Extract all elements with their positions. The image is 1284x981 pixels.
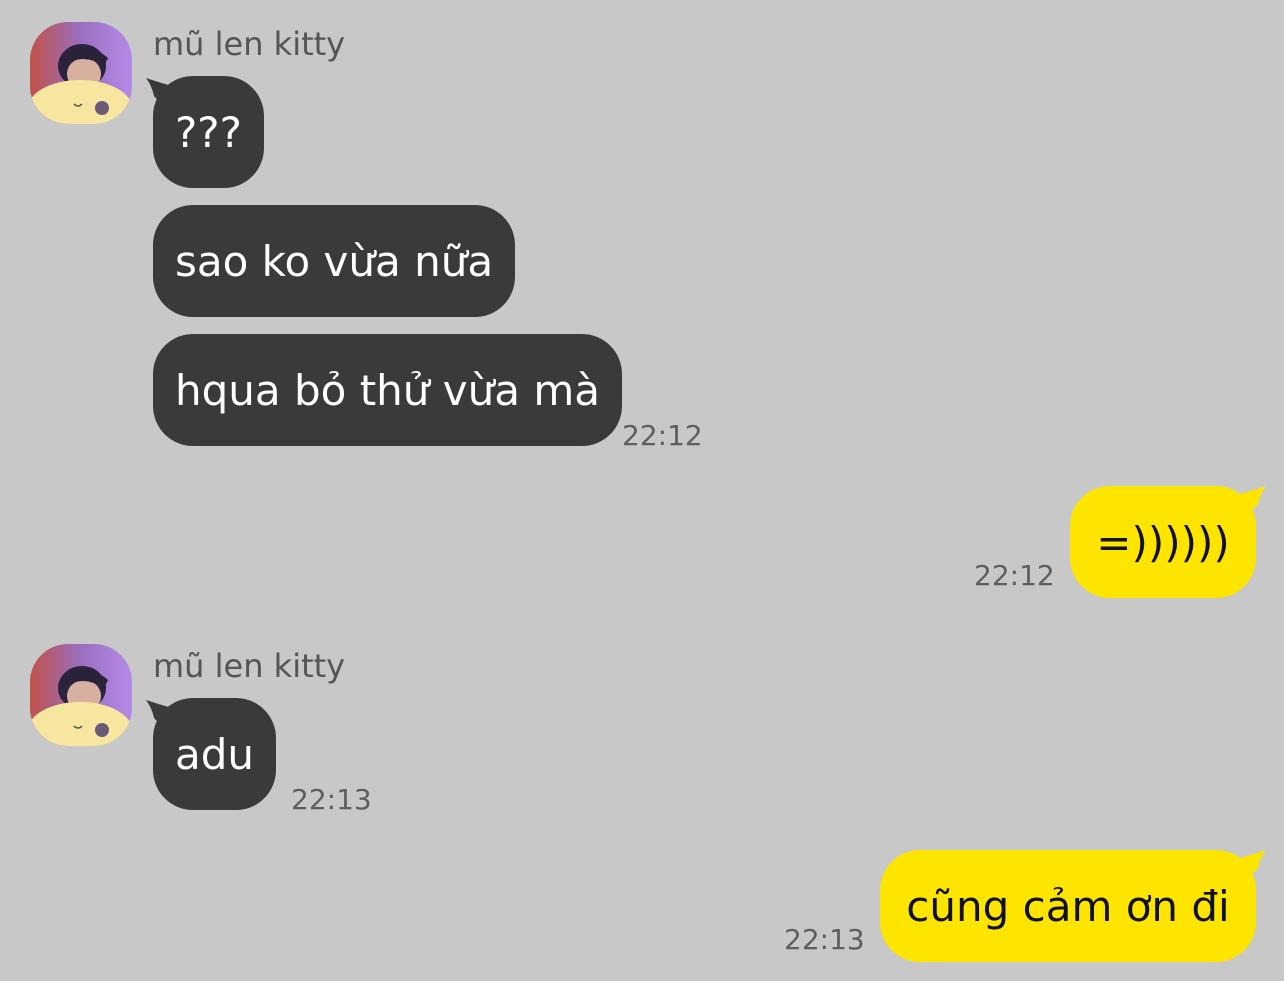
outgoing-message-bubble[interactable]: cũng cảm ơn đi [880, 850, 1256, 962]
message-text: ??? [175, 107, 242, 157]
message-timestamp: 22:13 [291, 783, 372, 816]
message-text: =)))))) [1096, 517, 1230, 567]
sender-name: mũ len kitty [153, 647, 346, 685]
sender-avatar[interactable] [30, 22, 132, 124]
message-text: sao ko vừa nữa [175, 236, 494, 286]
message-timestamp: 22:13 [784, 923, 865, 956]
incoming-message-bubble[interactable]: sao ko vừa nữa [153, 205, 516, 317]
incoming-message-bubble[interactable]: ??? [153, 76, 264, 188]
message-timestamp: 22:12 [622, 419, 703, 452]
incoming-message-bubble[interactable]: hqua bỏ thử vừa mà [153, 334, 622, 446]
message-text: adu [175, 729, 255, 779]
sender-name: mũ len kitty [153, 25, 346, 63]
message-timestamp: 22:12 [974, 559, 1055, 592]
incoming-message-bubble[interactable]: adu [153, 698, 277, 810]
sender-avatar[interactable] [30, 644, 132, 746]
message-text: hqua bỏ thử vừa mà [175, 365, 600, 415]
outgoing-message-bubble[interactable]: =)))))) [1070, 486, 1256, 598]
message-text: cũng cảm ơn đi [906, 881, 1230, 931]
